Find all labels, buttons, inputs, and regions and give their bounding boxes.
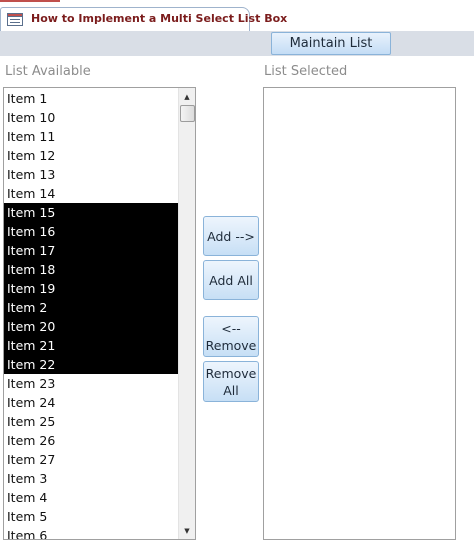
list-item[interactable]: Item 2 bbox=[4, 298, 178, 317]
scroll-up-icon[interactable]: ▲ bbox=[179, 89, 195, 104]
list-selected-label: List Selected bbox=[264, 64, 348, 79]
list-item[interactable]: Item 14 bbox=[4, 184, 178, 203]
list-available-listbox[interactable]: Item 1 Item 10 Item 11 Item 12 Item 13 Item 1… bbox=[3, 87, 196, 540]
list-item[interactable]: Item 24 bbox=[4, 393, 178, 412]
vertical-scrollbar[interactable]: ▲ ▼ bbox=[178, 88, 195, 539]
document-tab[interactable]: How to Implement a Multi Select List Box bbox=[0, 7, 287, 31]
list-item[interactable]: Item 6 bbox=[4, 526, 178, 539]
list-item[interactable]: Item 1 bbox=[4, 89, 178, 108]
list-item[interactable]: Item 21 bbox=[4, 336, 178, 355]
tab-accent-line bbox=[0, 0, 60, 2]
list-item[interactable]: Item 13 bbox=[4, 165, 178, 184]
list-item[interactable]: Item 16 bbox=[4, 222, 178, 241]
list-item[interactable]: Item 15 bbox=[4, 203, 178, 222]
form-header bbox=[0, 31, 474, 56]
list-item[interactable]: Item 4 bbox=[4, 488, 178, 507]
list-item[interactable]: Item 27 bbox=[4, 450, 178, 469]
list-item[interactable]: Item 12 bbox=[4, 146, 178, 165]
remove-button[interactable]: <-- Remove bbox=[203, 316, 259, 357]
list-item[interactable]: Item 26 bbox=[4, 431, 178, 450]
list-item[interactable]: Item 18 bbox=[4, 260, 178, 279]
scrollbar-thumb[interactable] bbox=[180, 105, 195, 122]
maintain-list-button[interactable]: Maintain List bbox=[271, 32, 391, 55]
list-item[interactable]: Item 5 bbox=[4, 507, 178, 526]
access-form-window: How to Implement a Multi Select List Box… bbox=[0, 0, 474, 552]
add-button[interactable]: Add --> bbox=[203, 216, 259, 256]
add-all-button[interactable]: Add All bbox=[203, 260, 259, 300]
list-item[interactable]: Item 19 bbox=[4, 279, 178, 298]
list-available-items: Item 1 Item 10 Item 11 Item 12 Item 13 Item 1… bbox=[4, 89, 178, 539]
list-item[interactable]: Item 11 bbox=[4, 127, 178, 146]
list-item[interactable]: Item 20 bbox=[4, 317, 178, 336]
document-tab-bar: How to Implement a Multi Select List Box bbox=[0, 0, 474, 31]
list-item[interactable]: Item 17 bbox=[4, 241, 178, 260]
list-item[interactable]: Item 22 bbox=[4, 355, 178, 374]
document-tab-title: How to Implement a Multi Select List Box bbox=[31, 12, 288, 25]
remove-all-button[interactable]: Remove All bbox=[203, 361, 259, 402]
list-item[interactable]: Item 10 bbox=[4, 108, 178, 127]
list-item[interactable]: Item 23 bbox=[4, 374, 178, 393]
list-item[interactable]: Item 25 bbox=[4, 412, 178, 431]
list-available-label: List Available bbox=[5, 64, 91, 79]
list-selected-listbox[interactable] bbox=[263, 87, 456, 540]
list-item[interactable]: Item 3 bbox=[4, 469, 178, 488]
form-icon bbox=[7, 13, 23, 26]
scroll-down-icon[interactable]: ▼ bbox=[179, 523, 195, 538]
